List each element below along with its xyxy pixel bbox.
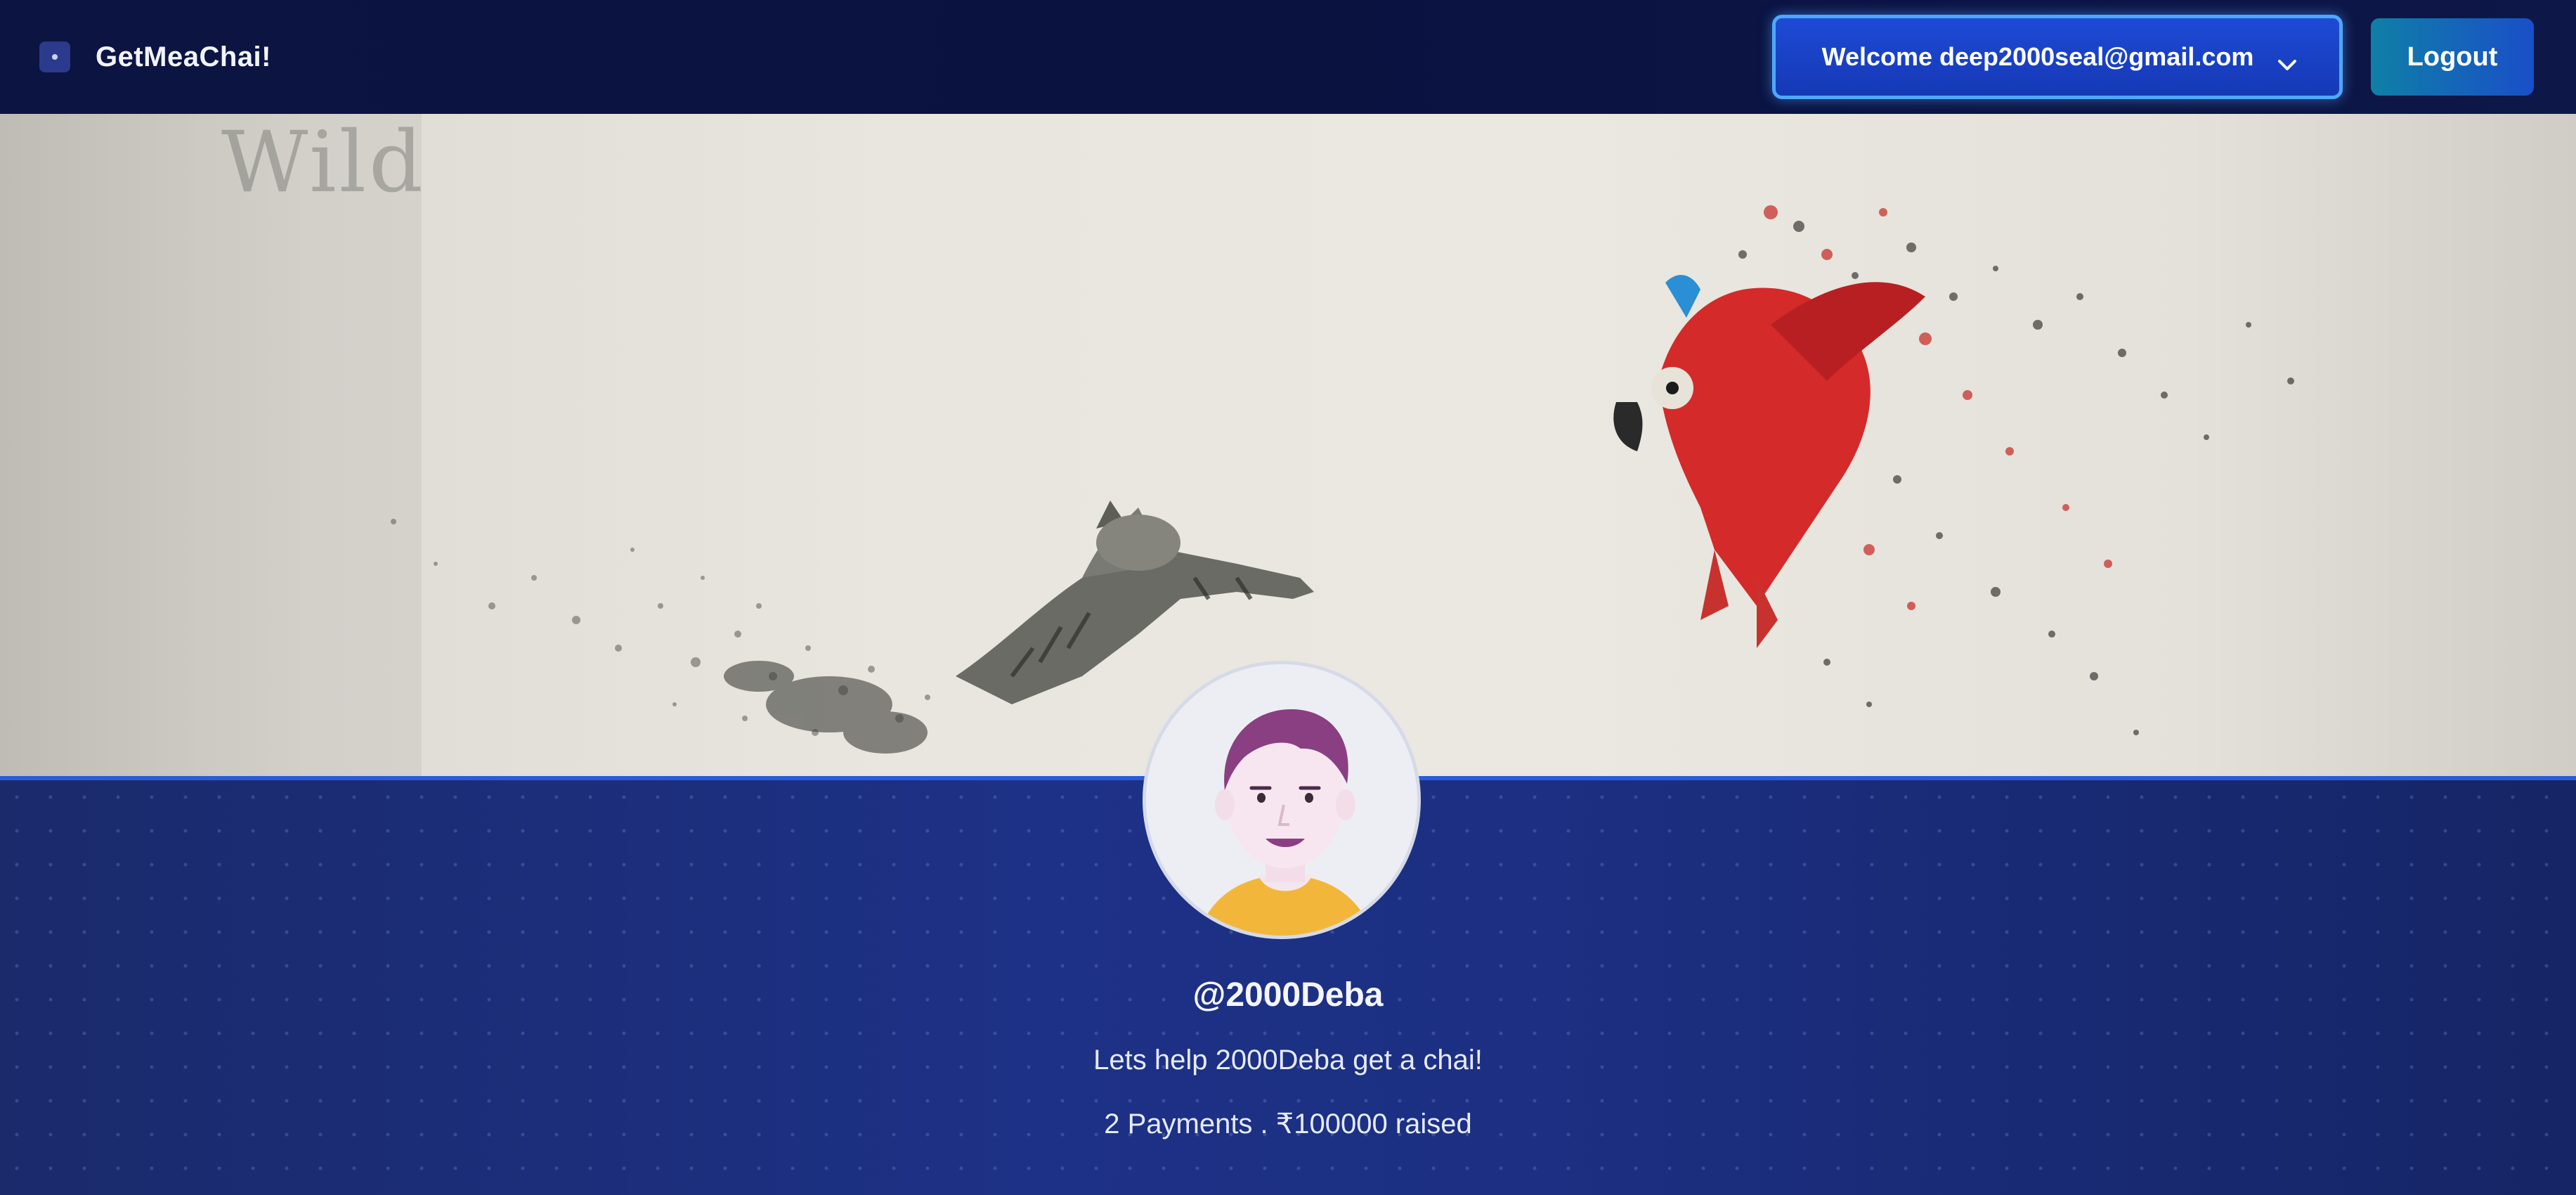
brand-name[interactable]: GetMeaChai! (96, 41, 271, 73)
profile-stats: 2 Payments . ₹100000 raised (1104, 1109, 1472, 1139)
welcome-label: Welcome deep2000seal@gmail.com (1821, 42, 2254, 71)
profile-username: @2000Deba (1192, 976, 1384, 1014)
avatar-illustration (1146, 664, 1417, 936)
parrot-figure (1613, 275, 1925, 648)
nav-actions: Welcome deep2000seal@gmail.com Logout (1772, 15, 2534, 99)
user-dropdown-button[interactable]: Welcome deep2000seal@gmail.com (1772, 15, 2343, 99)
logout-button[interactable]: Logout (2371, 18, 2534, 96)
brand-logo-icon (39, 41, 70, 72)
profile-tagline: Lets help 2000Deba get a chai! (1093, 1045, 1483, 1076)
brand[interactable]: GetMeaChai! (39, 41, 271, 73)
avatar (1143, 661, 1421, 939)
navbar: GetMeaChai! Welcome deep2000seal@gmail.c… (0, 0, 2576, 114)
chevron-down-icon (2277, 49, 2297, 70)
